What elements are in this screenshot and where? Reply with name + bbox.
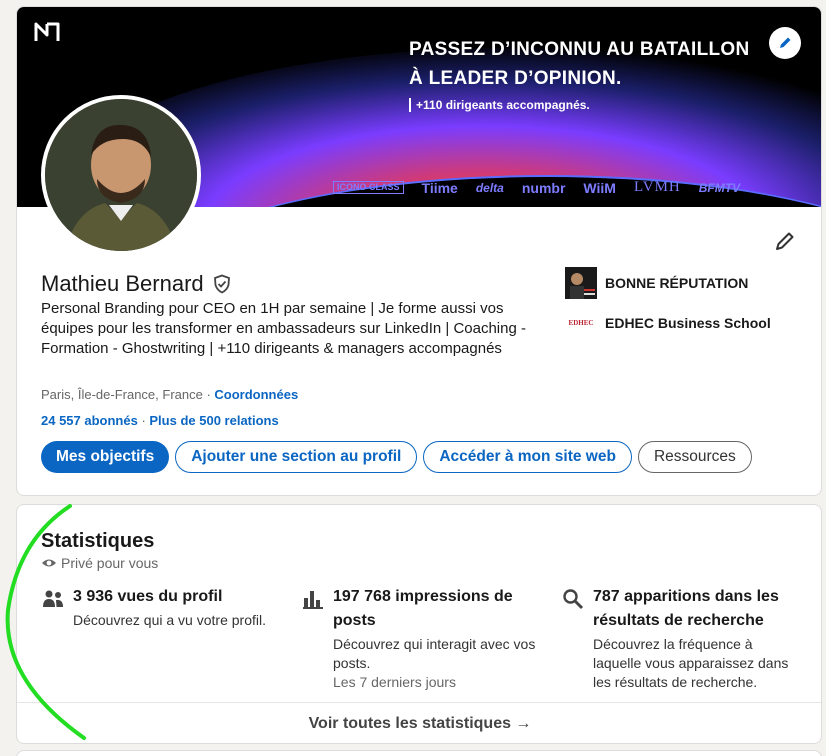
stat-post-impressions[interactable]: 197 768 impressions de posts Découvrez q… [301,585,541,692]
banner-brands: ICONO CLASS Tiime delta numbr WiiM LVMH … [333,179,740,196]
stat-profile-views[interactable]: 3 936 vues du profil Découvrez qui a vu … [41,585,291,630]
bonne-reputation-logo [565,267,597,299]
stat-title: 197 768 impressions de posts [333,588,513,629]
stat-title: 787 apparitions dans les résultats de re… [593,588,779,629]
experience-list: BONNE RÉPUTATION EDHEC EDHEC Business Sc… [565,267,771,347]
stat-search-appearances[interactable]: 787 apparitions dans les résultats de re… [561,585,801,692]
stat-desc: Découvrez qui interagit avec vos posts. [333,636,536,671]
banner-title-line2: À LEADER D’OPINION. [409,68,622,89]
company-logo [565,267,597,299]
brand-logo: BFMTV [698,180,741,195]
stat-desc: Découvrez la fréquence à laquelle vous a… [593,636,789,690]
stats-private-label: Privé pour vous [61,555,159,571]
brand-logo: Tiime [421,179,458,196]
profile-location-row: Paris, Île-de-France, France · Coordonné… [41,387,298,402]
brand-logo: LVMH [633,179,681,195]
experience-label: BONNE RÉPUTATION [605,275,749,291]
experience-label: EDHEC Business School [605,315,771,331]
connections-link[interactable]: Plus de 500 relations [149,413,278,428]
separator: · [202,387,215,402]
verified-shield-icon[interactable] [212,274,232,294]
objectives-button[interactable]: Mes objectifs [41,441,170,473]
profile-card: PASSEZ D’INCONNU AU BATAILLON À LEADER D… [16,6,822,496]
resources-button[interactable]: Ressources [637,441,752,473]
stats-privacy: Privé pour vous [41,555,158,571]
experience-item[interactable]: BONNE RÉPUTATION [565,267,771,299]
brand-logo-icon [34,22,60,41]
company-logo: EDHEC [565,307,597,339]
profile-location: Paris, Île-de-France, France [41,387,203,402]
next-card [16,750,822,756]
edit-banner-button[interactable] [769,27,801,59]
profile-actions: Mes objectifs Ajouter une section au pro… [41,441,752,473]
website-button[interactable]: Accéder à mon site web [423,441,632,473]
bar-chart-icon [303,591,323,609]
brand-logo: delta [475,180,504,195]
stats-card: Statistiques Privé pour vous 3 936 vues … [16,504,822,744]
eye-icon [42,559,56,567]
profile-headline: Personal Branding pour CEO en 1H par sem… [41,300,526,357]
banner-subtitle: +110 dirigeants accompagnés. [409,98,590,112]
stat-meta: Les 7 derniers jours [333,674,456,690]
name-row: Mathieu Bernard [41,271,232,297]
stat-title: 3 936 vues du profil [73,588,223,605]
profile-counts: 24 557 abonnés · Plus de 500 relations [41,413,279,428]
contact-info-link[interactable]: Coordonnées [214,387,298,402]
brand-logo: ICONO CLASS [333,181,404,194]
brand-logo: numbr [521,179,566,196]
avatar[interactable] [41,95,201,255]
search-icon [563,589,584,610]
pencil-icon [780,37,791,48]
profile-name: Mathieu Bernard [41,271,204,296]
banner-title-line1: PASSEZ D’INCONNU AU BATAILLON [409,39,750,60]
separator: · [137,413,150,428]
banner-title: PASSEZ D’INCONNU AU BATAILLON À LEADER D… [409,35,750,93]
stats-title: Statistiques [41,530,155,552]
experience-item[interactable]: EDHEC EDHEC Business School [565,307,771,339]
stat-desc: Découvrez qui a vu votre profil. [73,612,266,628]
brand-logo: WiiM [583,179,616,196]
view-all-stats-link[interactable]: Voir toutes les statistiques → [17,702,821,743]
followers-link[interactable]: 24 557 abonnés [41,413,138,428]
edit-intro-button[interactable] [773,229,797,253]
add-section-button[interactable]: Ajouter une section au profil [175,441,418,473]
profile-photo [45,99,197,251]
people-icon [43,590,63,607]
